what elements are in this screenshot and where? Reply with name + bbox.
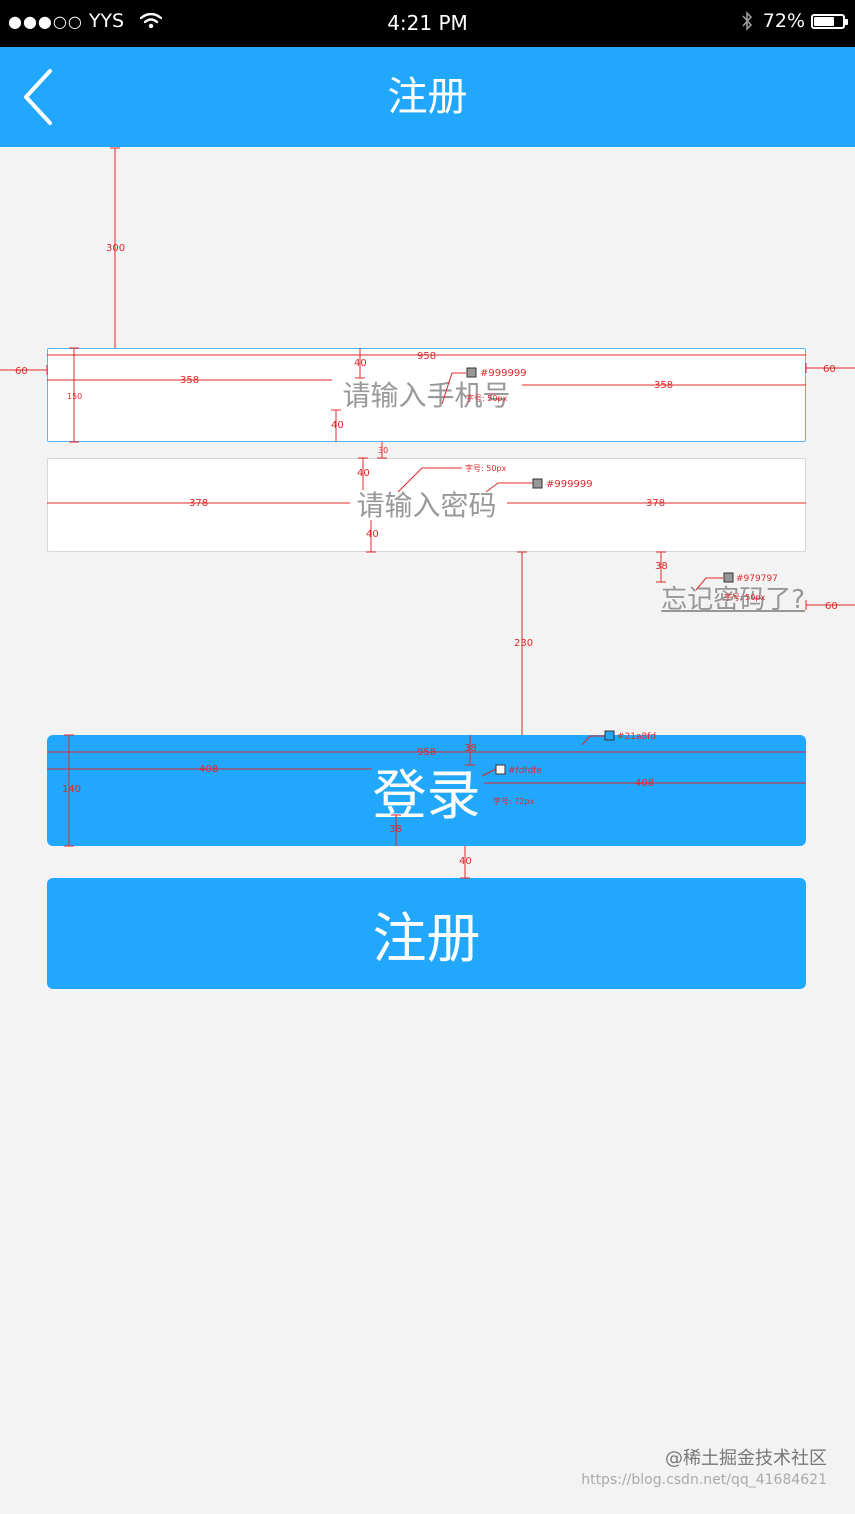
anno-margin-left-phone: 60 — [15, 366, 28, 377]
status-time: 4:21 PM — [387, 11, 468, 35]
status-right: 72% — [741, 10, 848, 32]
battery-icon — [811, 13, 848, 29]
anno-forgot-gap: 38 — [655, 561, 668, 572]
battery-tip — [845, 18, 848, 25]
password-field[interactable] — [47, 458, 806, 552]
anno-field-gap: 30 — [378, 446, 388, 455]
anno-register-gap: 40 — [459, 856, 472, 867]
nav-bar: 注册 — [0, 47, 855, 147]
login-button[interactable]: 登录 — [47, 735, 806, 846]
watermark-url: https://blog.csdn.net/qq_41684621 — [581, 1472, 827, 1488]
bluetooth-icon — [742, 11, 752, 31]
forgot-password-link[interactable]: 忘记密码了? — [661, 579, 805, 616]
page-title: 注册 — [387, 74, 468, 120]
register-button[interactable]: 注册 — [47, 878, 806, 989]
watermark: @稀土掘金技术社区 https://blog.csdn.net/qq_41684… — [581, 1444, 827, 1488]
phone-field[interactable] — [47, 348, 806, 442]
anno-top-gap: 300 — [106, 243, 125, 254]
phone-input[interactable] — [48, 349, 805, 441]
password-input[interactable] — [48, 459, 805, 551]
anno-button-gap: 230 — [514, 638, 533, 649]
battery-percent: 72% — [762, 10, 805, 32]
watermark-brand: @稀土掘金技术社区 — [665, 1448, 827, 1469]
anno-margin-right-forgot: 60 — [825, 601, 838, 612]
anno-margin-right-phone: 60 — [823, 364, 836, 375]
status-bar: ●●●○○ YYS 4:21 PM 72% — [0, 0, 855, 47]
battery-fill — [814, 16, 835, 26]
